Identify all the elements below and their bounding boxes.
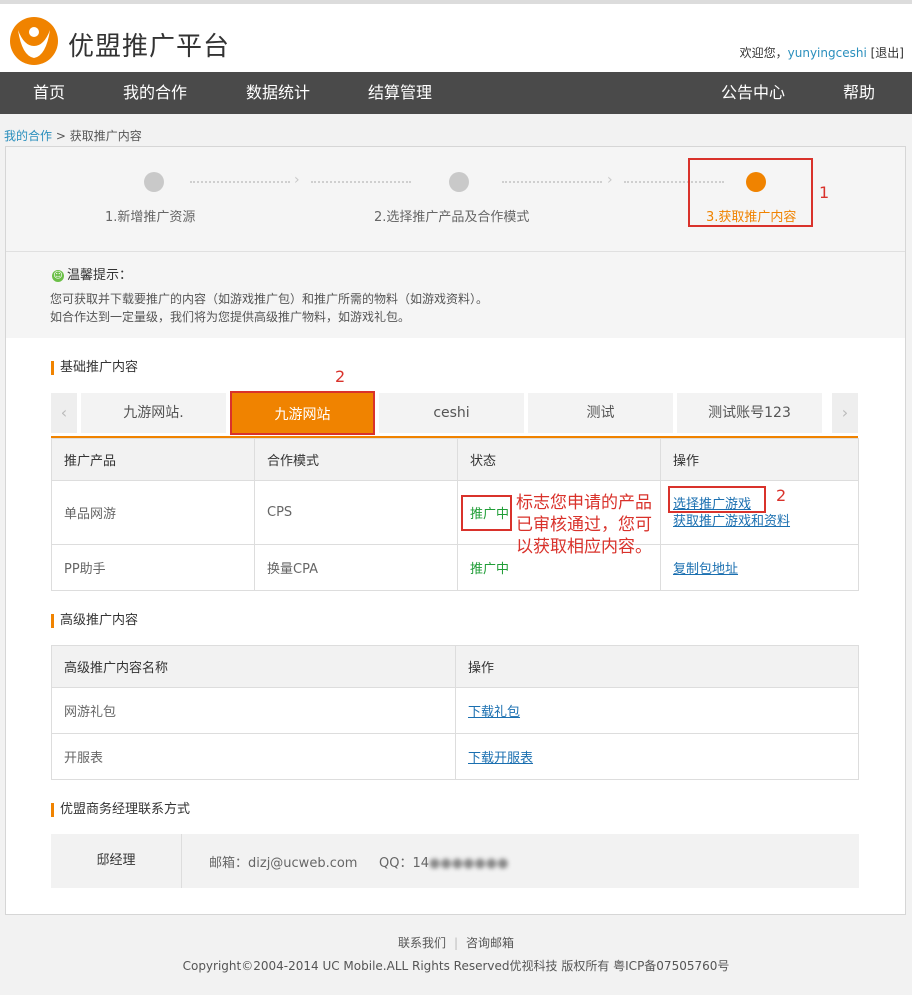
tab-account-5[interactable]: 测试账号123	[677, 393, 822, 433]
main-panel: › › 1.新增推广资源 2.选择推广产品及合作模式 3.获取推广内容 1 ☺ 温…	[5, 146, 906, 915]
chevron-right-icon: ›	[607, 172, 613, 188]
footer-links: 联系我们 | 咨询邮箱	[0, 934, 912, 951]
annotation-box-status	[461, 495, 512, 531]
manager-email: 邮箱：dizj@ucweb.com	[209, 856, 358, 871]
action-cell: 复制包地址	[660, 544, 859, 591]
annotation-number-1: 1	[819, 183, 830, 202]
manager-name: 邸经理	[51, 834, 182, 888]
annotation-note-line: 已审核通过，您可	[516, 515, 652, 535]
contact-box: 邸经理 邮箱：dizj@ucweb.com QQ：14●●●●●●●	[51, 834, 859, 888]
tab-account-1[interactable]: 九游网站.	[81, 393, 226, 433]
contact-title: 优盟商务经理联系方式	[51, 803, 190, 817]
annotation-note-line: 标志您申请的产品	[516, 493, 652, 513]
copy-package-url-link[interactable]: 复制包地址	[673, 562, 738, 577]
breadcrumb-separator: >	[55, 129, 66, 143]
nav-item-announcements[interactable]: 公告中心	[721, 72, 785, 114]
product-cell: PP助手	[51, 544, 255, 591]
qq-label: QQ：	[379, 856, 413, 871]
nav-item-statistics[interactable]: 数据统计	[246, 72, 310, 114]
action-cell: 下载开服表	[455, 733, 859, 780]
step-connector	[502, 181, 602, 183]
column-header: 状态	[457, 438, 661, 481]
annotation-note-line: 以获取相应内容。	[516, 537, 652, 557]
advanced-content-title: 高级推广内容	[51, 614, 138, 628]
breadcrumb-current: 获取推广内容	[69, 129, 142, 143]
tips-box: ☺ 温馨提示： 您可获取并下载要推广的内容（如游戏推广包）和推广所需的物料（如游戏…	[6, 252, 905, 338]
logout-link[interactable]: [退出]	[871, 46, 904, 60]
step-connector	[311, 181, 411, 183]
mode-cell: CPS	[254, 480, 458, 545]
progress-steps: › › 1.新增推广资源 2.选择推广产品及合作模式 3.获取推广内容 1	[6, 147, 905, 252]
welcome-prefix: 欢迎您，	[739, 46, 788, 60]
username-link[interactable]: yunyingceshi	[788, 46, 867, 60]
content-name-cell: 开服表	[51, 733, 456, 780]
footer-separator: |	[453, 936, 459, 950]
nav-item-my-cooperation[interactable]: 我的合作	[123, 72, 187, 114]
content-name-cell: 网游礼包	[51, 687, 456, 734]
annotation-number-2-action: 2	[776, 486, 787, 505]
nav-item-home[interactable]: 首页	[33, 72, 65, 114]
table-row: 网游礼包 下载礼包	[51, 687, 859, 734]
tab-account-4[interactable]: 测试	[528, 393, 673, 433]
advanced-content-table: 高级推广内容名称 操作 网游礼包 下载礼包 开服表 下载开服表	[51, 645, 859, 780]
top-header: 优盟推广平台 欢迎您，yunyingceshi [退出]	[0, 0, 912, 72]
column-header: 操作	[660, 438, 859, 481]
tips-title: ☺ 温馨提示：	[52, 264, 132, 283]
logo-text: 优盟推广平台	[68, 32, 231, 62]
main-nav: 首页 我的合作 数据统计 结算管理 公告中心 帮助	[0, 72, 912, 114]
uc-logo-icon	[10, 17, 58, 65]
copyright: Copyright©2004-2014 UC Mobile.ALL Rights…	[182, 959, 730, 973]
basic-content-table: 推广产品 合作模式 状态 操作 单品网游 CPS 推广中 选择推广游戏 获取推广…	[51, 438, 859, 591]
tab-prev-arrow-icon[interactable]: ‹	[51, 393, 77, 433]
table-row: PP助手 换量CPA 推广中 复制包地址	[51, 544, 859, 591]
contact-us-link[interactable]: 联系我们	[398, 936, 446, 950]
basic-content-title: 基础推广内容	[51, 361, 138, 375]
qq-redacted: ●●●●●●●	[429, 856, 509, 871]
table-row: 开服表 下载开服表	[51, 733, 859, 780]
product-cell: 单品网游	[51, 480, 255, 545]
table-header-row: 高级推广内容名称 操作	[51, 645, 859, 688]
tab-account-2[interactable]: 九游网站	[230, 391, 375, 435]
tab-next-arrow-icon[interactable]: ›	[832, 393, 858, 433]
annotation-box-step	[688, 158, 813, 227]
chevron-right-icon: ›	[294, 172, 300, 188]
get-game-materials-link[interactable]: 获取推广游戏和资料	[673, 514, 790, 529]
tips-line-2: 如合作达到一定量级，我们将为您提供高级推广物料，如游戏礼包。	[50, 310, 411, 324]
step-2-dot-icon	[449, 172, 469, 192]
download-server-list-link[interactable]: 下载开服表	[468, 751, 533, 766]
annotation-note: 标志您申请的产品 已审核通过，您可 以获取相应内容。	[516, 492, 652, 558]
table-header-row: 推广产品 合作模式 状态 操作	[51, 438, 859, 481]
breadcrumb-parent-link[interactable]: 我的合作	[4, 129, 52, 143]
consult-email-link[interactable]: 咨询邮箱	[466, 936, 514, 950]
column-header: 推广产品	[51, 438, 255, 481]
smile-icon: ☺	[52, 270, 64, 282]
nav-item-settlement[interactable]: 结算管理	[368, 72, 432, 114]
annotation-box-action	[668, 486, 766, 513]
tips-line-1: 您可获取并下载要推广的内容（如游戏推广包）和推广所需的物料（如游戏资料）。	[50, 292, 489, 306]
annotation-number-2-tabs: 2	[335, 367, 346, 386]
step-1-label: 1.新增推广资源	[105, 210, 196, 225]
qq-value: 14	[412, 856, 430, 871]
manager-qq: QQ：14●●●●●●●	[379, 852, 508, 871]
column-header: 高级推广内容名称	[51, 645, 456, 688]
tips-title-text: 温馨提示：	[67, 268, 133, 283]
column-header: 合作模式	[254, 438, 458, 481]
step-1-dot-icon	[144, 172, 164, 192]
mode-cell: 换量CPA	[254, 544, 458, 591]
step-connector	[190, 181, 290, 183]
status-badge: 推广中	[470, 562, 510, 577]
action-cell: 下载礼包	[455, 687, 859, 734]
account-tabs: ‹ 九游网站. 九游网站 ceshi 测试 测试账号123 ›	[51, 391, 858, 438]
column-header: 操作	[455, 645, 859, 688]
nav-item-help[interactable]: 帮助	[843, 72, 875, 114]
tab-account-3[interactable]: ceshi	[379, 393, 524, 433]
welcome-bar: 欢迎您，yunyingceshi [退出]	[740, 44, 904, 61]
download-gift-link[interactable]: 下载礼包	[468, 705, 520, 720]
breadcrumb: 我的合作 > 获取推广内容	[4, 127, 142, 144]
step-2-label: 2.选择推广产品及合作模式	[374, 210, 530, 225]
